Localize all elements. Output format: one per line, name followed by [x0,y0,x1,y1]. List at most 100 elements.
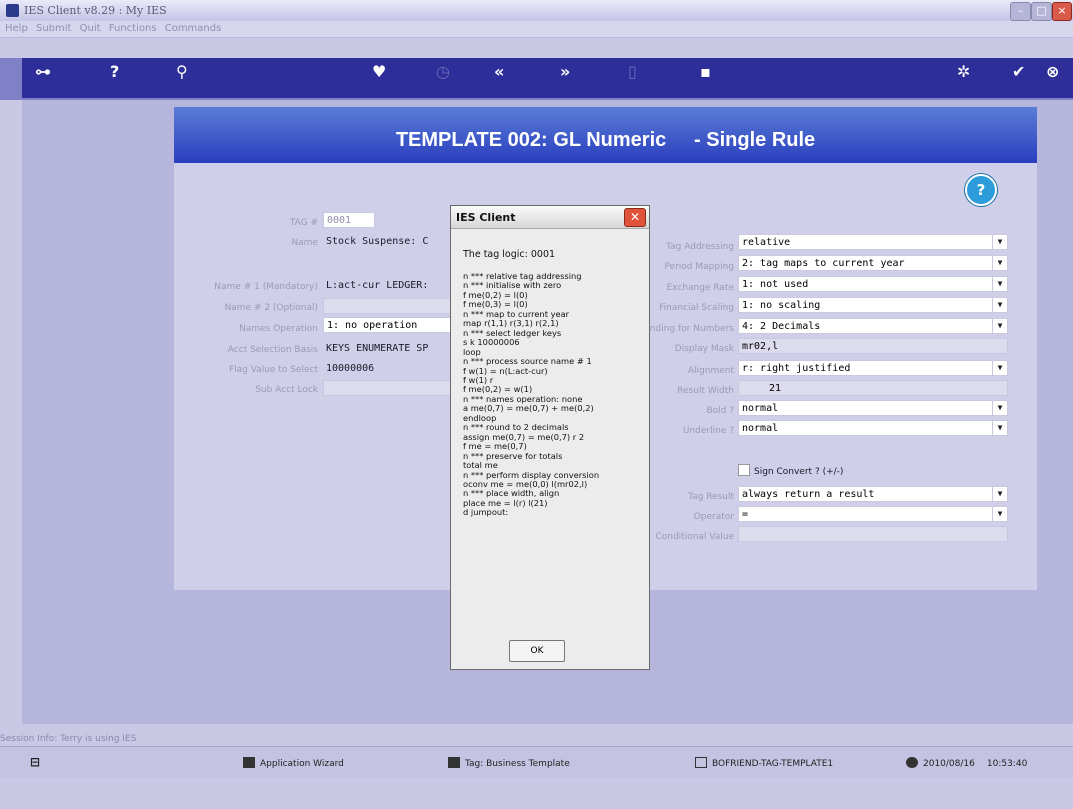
dialog-titlebar: IES Client ✕ [451,206,649,229]
logic-line: n *** process source name # 1 [463,357,592,367]
bottom-strip [0,777,1073,809]
period-select[interactable]: 2: tag maps to current year ▼ [738,255,1008,271]
logic-line: f w(1) r [463,375,494,385]
tag-template-item[interactable]: BOFRIEND-TAG-TEMPLATE1 [695,757,833,769]
name2-label: Name # 2 (Optional) [224,303,318,313]
logic-line: endloop [463,413,497,423]
app-wizard-item[interactable]: Application Wizard [243,757,344,769]
name-label: Name [291,238,318,248]
sub-acct-label: Sub Acct Lock [255,385,318,395]
sign-convert-checkbox[interactable]: Sign Convert ? (+/-) [738,464,843,477]
checkbox-box[interactable] [738,464,750,476]
menu-commands[interactable]: Commands [165,23,222,34]
search-icon[interactable]: ⚲ [176,62,188,81]
heart-icon[interactable]: ♥ [372,62,386,81]
accept-icon[interactable]: ✔ [1012,62,1025,81]
chevron-down-icon[interactable]: ▼ [992,421,1007,435]
bold-select[interactable]: normal ▼ [738,400,1008,416]
tag-icon [695,757,707,768]
logic-line: n *** relative tag addressing [463,272,582,281]
business-template-item[interactable]: Tag: Business Template [448,757,570,769]
logic-line: oconv me = me(0,0) l(mr02,l) [463,479,588,489]
sub-acct-field[interactable] [323,380,451,396]
logic-line: f me(0,2) = w(1) [463,385,533,395]
align-select[interactable]: r: right justified ▼ [738,360,1008,376]
menu-quit[interactable]: Quit [80,23,101,34]
logic-line: n *** round to 2 decimals [463,423,569,433]
tag-addr-select[interactable]: relative ▼ [738,234,1008,250]
template-header: TEMPLATE 002: GL Numeric - Single Rule [174,107,1037,163]
logic-line: d jumpout: [463,508,509,518]
next-icon[interactable]: » [560,62,570,81]
chevron-down-icon[interactable]: ▼ [992,256,1007,270]
logic-line: f w(1) = n(L:act-cur) [463,366,548,376]
save-icon[interactable]: ▪ [700,62,711,81]
logic-line: f me = me(0,7) [463,442,527,452]
logic-line: n *** select ledger keys [463,328,562,338]
tools-icon[interactable]: ✲ [957,62,970,81]
flag-label: Flag Value to Select [228,365,318,375]
chevron-down-icon[interactable]: ▼ [992,507,1007,521]
chevron-down-icon[interactable]: ▼ [992,487,1007,501]
underline-select[interactable]: normal ▼ [738,420,1008,436]
cond-field[interactable] [738,526,1008,542]
logic-line: loop [463,347,481,357]
name-value: Stock Suspense: C [326,236,429,247]
name2-field[interactable] [323,298,451,314]
history-icon[interactable]: ◷ [436,62,450,81]
toolbar [0,58,1073,100]
menu-functions[interactable]: Functions [109,23,157,34]
chevron-down-icon[interactable]: ▼ [992,298,1007,312]
logic-line: n *** place width, align [463,489,560,499]
mask-field[interactable]: mr02,l [738,338,1008,354]
names-op-select[interactable]: 1: no operation [323,317,451,333]
template-icon [448,757,460,768]
clock: 2010/08/16 10:53:40 [906,757,1027,769]
tag-label: TAG # [289,218,318,228]
chevron-down-icon[interactable]: ▼ [992,361,1007,375]
exchange-select[interactable]: 1: not used ▼ [738,276,1008,292]
key-icon[interactable]: ⊶ [35,62,51,81]
help-icon[interactable]: ? [110,62,119,81]
page-title: TEMPLATE 002: GL Numeric - Single Rule [395,129,816,151]
minimize-button[interactable]: – [1010,2,1031,21]
fin-scaling-select[interactable]: 1: no scaling ▼ [738,297,1008,313]
acct-basis-value: KEYS ENUMERATE SP [326,343,429,354]
help-button[interactable]: ? [965,174,997,206]
menu-help[interactable]: Help [5,23,28,34]
logic-line: f me(0,2) = l(0) [463,290,528,300]
delete-icon[interactable]: ▯ [628,62,637,81]
flag-value: 10000006 [326,363,375,374]
tag-logic-text: n *** relative tag addressing n *** initi… [463,272,647,518]
acct-basis-label: Acct Selection Basis [227,345,318,355]
logic-line: n *** initialise with zero [463,281,562,291]
app-icon [6,4,19,17]
menu-submit[interactable]: Submit [36,23,71,34]
logic-line: n *** preserve for totals [463,451,563,461]
dialog-close-button[interactable]: ✕ [624,208,646,227]
close-button[interactable]: × [1052,2,1072,21]
logic-line: n *** names operation: none [463,394,583,404]
chevron-down-icon[interactable]: ▼ [992,319,1007,333]
prev-icon[interactable]: « [494,62,504,81]
result-select[interactable]: always return a result ▼ [738,486,1008,502]
taskbar-tool-icon[interactable]: ⊟ [30,755,40,769]
logic-line: s k 10000006 [463,338,520,348]
logic-line: total me [463,461,498,471]
logic-line: f me(0,3) = l(0) [463,300,528,310]
logic-line: a me(0,7) = me(0,7) + me(0,2) [463,404,594,414]
ok-button[interactable]: OK [509,640,565,662]
maximize-button[interactable]: □ [1031,2,1052,21]
exit-icon[interactable]: ⊗ [1046,62,1059,81]
numbers-select[interactable]: 4: 2 Decimals ▼ [738,318,1008,334]
name1-value: L:act-cur LEDGER: [326,280,429,291]
tag-field[interactable]: 0001 [323,212,375,228]
logic-line: place me = l(r) l(21) [463,498,548,508]
chevron-down-icon[interactable]: ▼ [992,235,1007,249]
operator-select[interactable]: = ▼ [738,506,1008,522]
chevron-down-icon[interactable]: ▼ [992,401,1007,415]
chevron-down-icon[interactable]: ▼ [992,277,1007,291]
dialog-title: IES Client [456,211,516,224]
width-field[interactable]: 21 [738,380,1008,396]
logic-line: map r(1,1) r(3,1) r(2,1) [463,319,559,329]
